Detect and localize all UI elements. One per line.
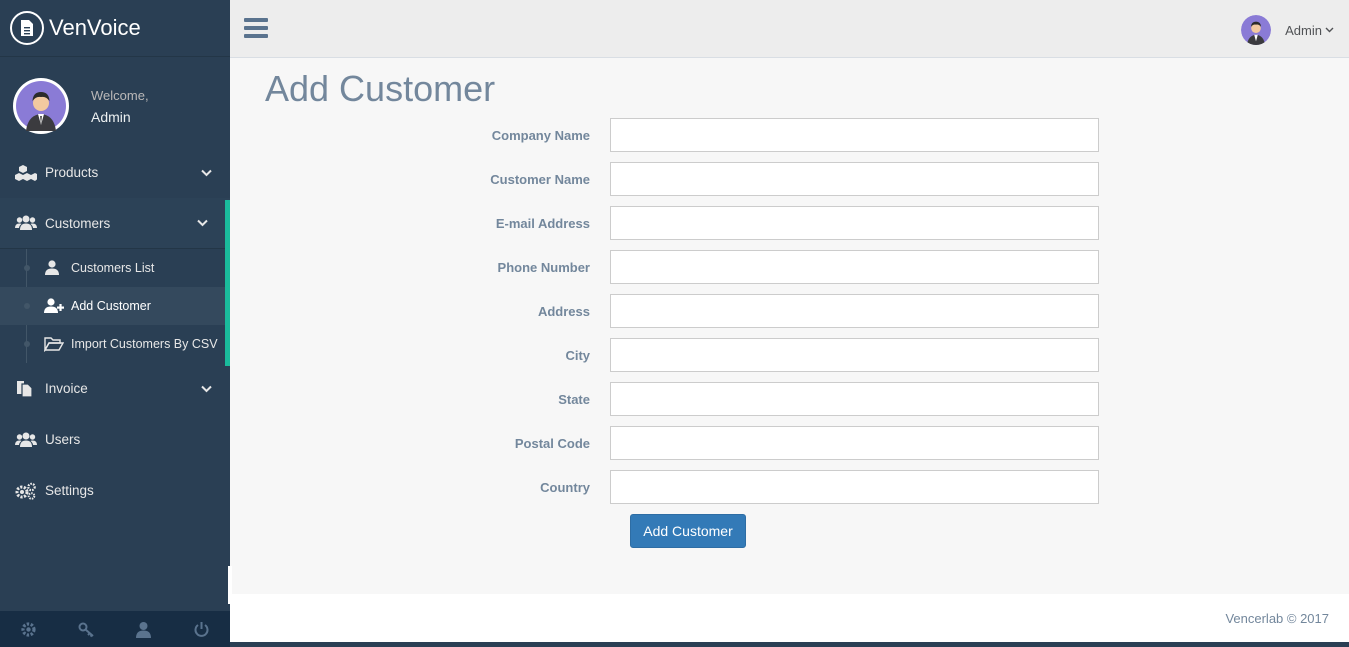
users-icon: [14, 214, 38, 232]
submenu-dot: [24, 303, 30, 309]
avatar: [1241, 15, 1272, 45]
country-input[interactable]: [610, 470, 1099, 504]
sidebar-subitem-import-csv[interactable]: Import Customers By CSV: [0, 325, 230, 363]
user-dropdown[interactable]: Admin: [1241, 15, 1334, 45]
sidebar: VenVoice Welcome, Admin Products Custome…: [0, 0, 230, 647]
sidebar-item-settings[interactable]: Settings: [0, 465, 230, 516]
field-label: Postal Code: [514, 435, 590, 451]
footer-settings-button[interactable]: [0, 611, 58, 647]
field-label: E-mail Address: [495, 215, 590, 231]
main-content: Add Customer Company Name Customer Name …: [230, 58, 1349, 594]
avatar: [13, 78, 69, 134]
sidebar-item-products[interactable]: Products: [0, 147, 230, 198]
footer-logout-button[interactable]: [173, 611, 231, 647]
footer-lock-button[interactable]: [58, 611, 116, 647]
sidebar-subitem-customers-list[interactable]: Customers List: [0, 249, 230, 287]
customer-name-input[interactable]: [610, 162, 1099, 196]
sidebar-item-invoice[interactable]: Invoice: [0, 363, 230, 414]
customers-submenu: Customers List Add Customer Import Custo…: [0, 249, 230, 363]
form-row-company-name: Company Name: [480, 118, 1120, 152]
form-row-city: City: [480, 338, 1120, 372]
submenu-dot: [24, 341, 30, 347]
address-input[interactable]: [610, 294, 1099, 328]
menu-toggle-icon[interactable]: [244, 18, 268, 40]
power-icon: [194, 621, 209, 637]
field-label: Phone Number: [497, 259, 590, 275]
sidebar-profile: Welcome, Admin: [13, 78, 149, 134]
user-icon: [44, 260, 66, 276]
sidebar-item-label: Settings: [45, 483, 94, 498]
chevron-down-icon: [197, 219, 208, 227]
postal-code-input[interactable]: [610, 426, 1099, 460]
field-label: Address: [537, 303, 590, 319]
user-name: Admin: [1285, 22, 1322, 38]
form-row-postal-code: Postal Code: [480, 426, 1120, 460]
footer-copyright: Vencerlab © 2017: [1225, 611, 1329, 626]
field-label: Country: [540, 479, 590, 495]
email-input[interactable]: [610, 206, 1099, 240]
chevron-down-icon: [201, 169, 212, 176]
users-icon: [14, 431, 38, 449]
sidebar-item-label: Customers: [45, 215, 111, 231]
sidebar-subitem-label: Customers List: [71, 261, 155, 275]
footer-profile-button[interactable]: [115, 611, 173, 647]
city-input[interactable]: [610, 338, 1099, 372]
sidebar-item-label: Products: [45, 165, 99, 180]
welcome-text: Welcome,: [91, 87, 149, 103]
chevron-down-icon: [201, 385, 212, 392]
field-label: City: [565, 347, 590, 363]
brand-name: VenVoice: [49, 15, 141, 40]
cubes-icon: [14, 164, 38, 182]
company-name-input[interactable]: [610, 118, 1099, 152]
submenu-dot: [24, 265, 30, 271]
chevron-down-icon: [1325, 27, 1334, 33]
document-icon: [10, 11, 44, 45]
page-footer: Vencerlab © 2017: [230, 594, 1349, 642]
gear-icon: [21, 621, 36, 637]
bottom-strip: [230, 642, 1349, 647]
phone-input[interactable]: [610, 250, 1099, 284]
sidebar-subitem-label: Import Customers By CSV: [71, 337, 218, 351]
top-navbar: Admin: [230, 0, 1349, 58]
state-input[interactable]: [610, 382, 1099, 416]
sidebar-item-users[interactable]: Users: [0, 414, 230, 465]
field-label: Customer Name: [490, 171, 590, 187]
cogs-icon: [14, 482, 38, 500]
sidebar-item-customers[interactable]: Customers: [0, 198, 230, 249]
add-customer-button[interactable]: Add Customer: [630, 514, 746, 548]
sidebar-subitem-add-customer[interactable]: Add Customer: [0, 287, 230, 325]
sidebar-item-label: Users: [45, 432, 81, 447]
folder-open-icon: [44, 336, 66, 352]
key-icon: [78, 622, 94, 637]
form-row-phone: Phone Number: [480, 250, 1120, 284]
form-row-state: State: [480, 382, 1120, 416]
form-row-email: E-mail Address: [480, 206, 1120, 240]
page-title: Add Customer: [265, 68, 496, 109]
sidebar-item-label: Invoice: [45, 381, 88, 396]
field-label: Company Name: [491, 127, 590, 143]
user-plus-icon: [44, 298, 66, 314]
sidebar-subitem-label: Add Customer: [71, 299, 151, 313]
form-row-address: Address: [480, 294, 1120, 328]
files-icon: [14, 380, 38, 398]
field-label: State: [558, 391, 590, 407]
profile-name: Admin: [91, 108, 131, 125]
brand[interactable]: VenVoice: [0, 0, 230, 57]
form-row-customer-name: Customer Name: [480, 162, 1120, 196]
sidebar-footer: [0, 611, 230, 647]
form-row-country: Country: [480, 470, 1120, 504]
sidebar-menu: Products Customers Customers List Add Cu…: [0, 147, 230, 516]
user-icon: [136, 621, 152, 638]
